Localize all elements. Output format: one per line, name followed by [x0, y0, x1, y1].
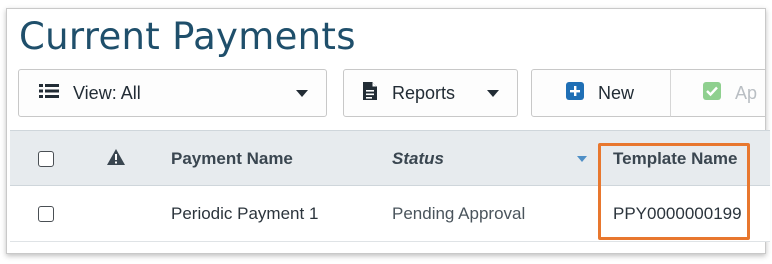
view-dropdown-label: View: All	[73, 82, 141, 103]
table-header: Payment Name Status Template Name	[10, 130, 770, 186]
sort-desc-icon	[577, 156, 587, 162]
chevron-down-icon	[487, 90, 499, 97]
sort-indicator[interactable]	[577, 131, 587, 187]
column-header-template-name[interactable]: Template Name	[613, 131, 737, 187]
table-row[interactable]: Periodic Payment 1 Pending Approval PPY0…	[10, 186, 770, 242]
approve-button[interactable]: Ap	[670, 69, 765, 117]
payment-name-cell[interactable]: Periodic Payment 1	[171, 186, 318, 242]
reports-dropdown[interactable]: Reports	[343, 69, 518, 117]
warning-triangle-icon	[106, 148, 126, 171]
template-name-cell: PPY0000000199	[613, 204, 742, 223]
new-button-label: New	[598, 82, 635, 103]
payments-table: Payment Name Status Template Name Period…	[10, 130, 770, 242]
column-header-payment-name[interactable]: Payment Name	[171, 131, 293, 187]
row-select-cell	[38, 186, 54, 242]
chevron-down-icon	[296, 90, 308, 97]
approve-button-label: Ap	[735, 82, 758, 103]
list-icon	[39, 83, 59, 104]
column-header-status[interactable]: Status	[392, 131, 444, 187]
check-square-icon	[703, 81, 721, 105]
status-cell: Pending Approval	[392, 204, 526, 223]
plus-square-icon	[566, 81, 584, 105]
view-dropdown[interactable]: View: All	[18, 69, 327, 117]
select-all-checkbox[interactable]	[38, 151, 54, 167]
row-checkbox[interactable]	[38, 206, 54, 222]
alert-column-header	[106, 131, 126, 187]
document-icon	[362, 81, 378, 106]
select-all-cell	[38, 131, 54, 187]
reports-dropdown-label: Reports	[392, 82, 456, 103]
new-button[interactable]: New	[531, 69, 671, 117]
page-title: Current Payments	[19, 15, 356, 58]
